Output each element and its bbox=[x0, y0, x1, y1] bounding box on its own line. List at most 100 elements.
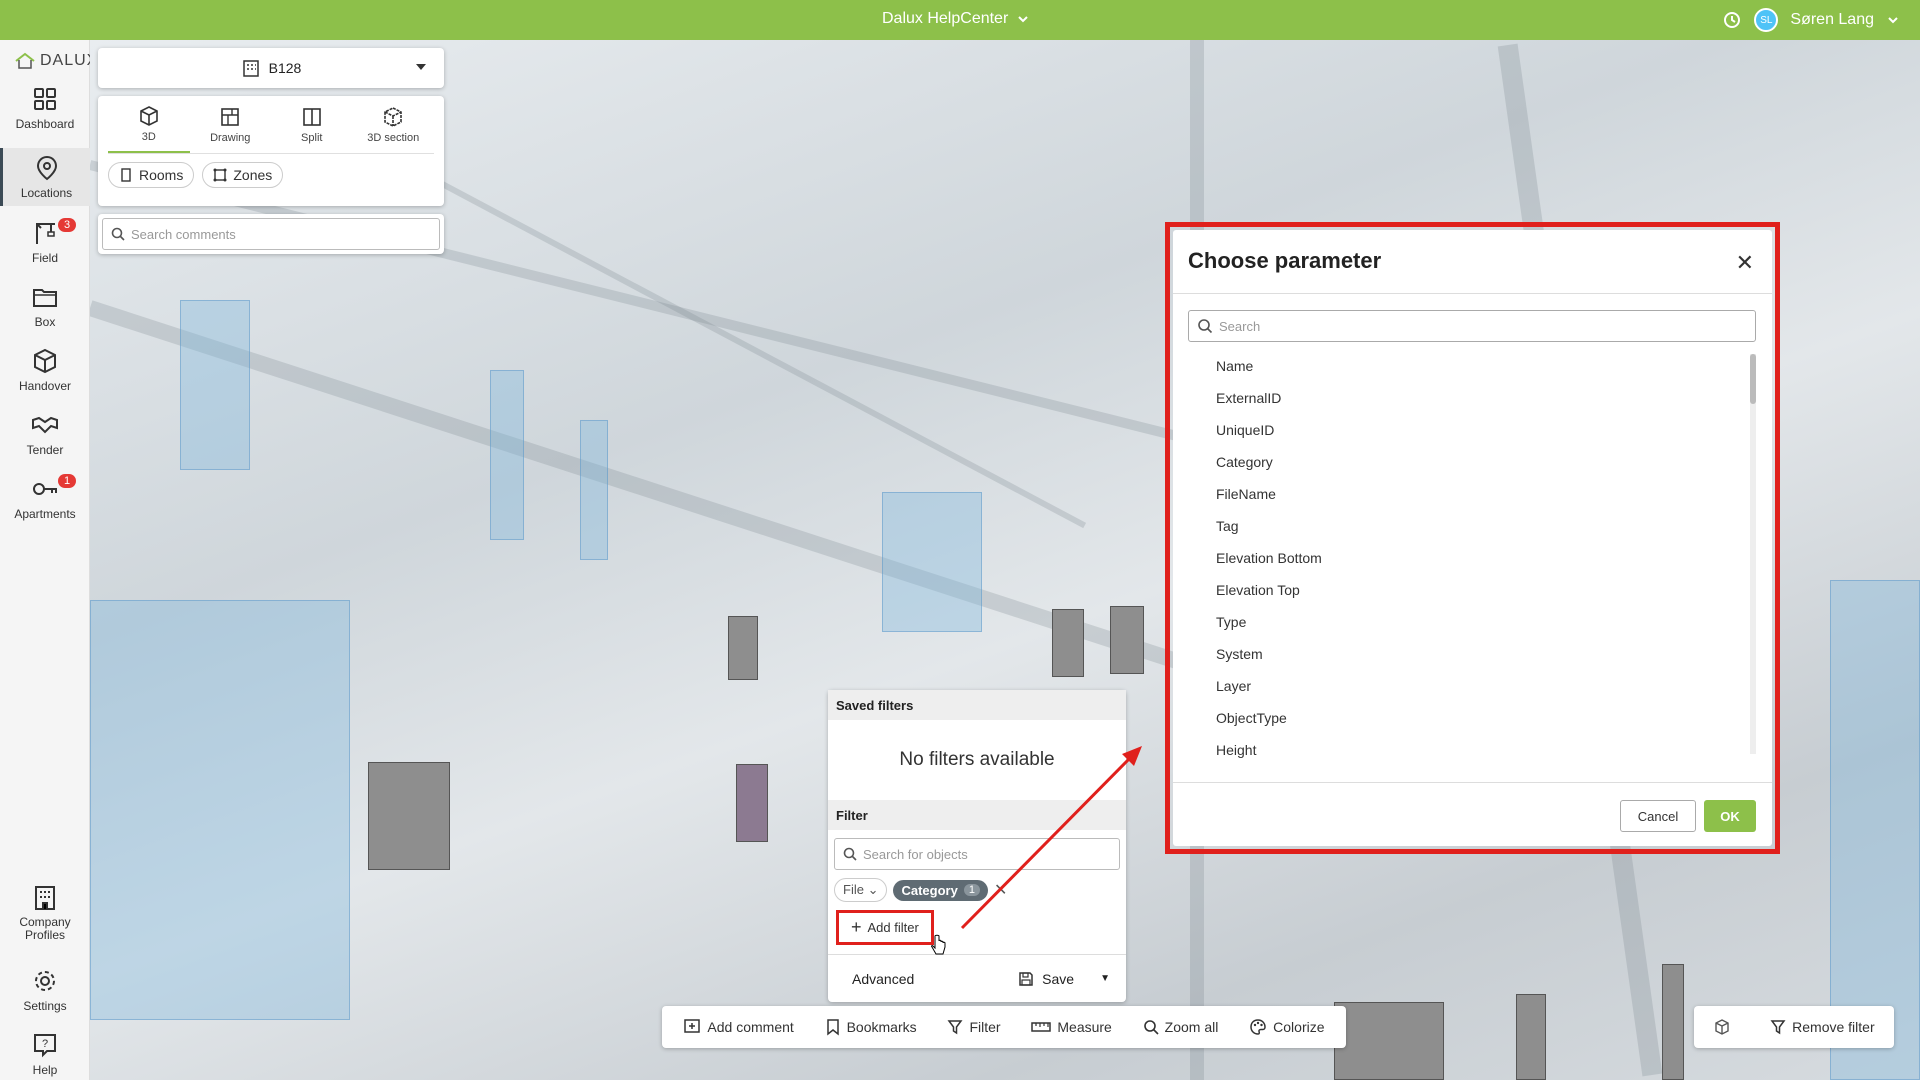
search-placeholder: Search for objects bbox=[863, 846, 968, 862]
search-placeholder: Search comments bbox=[131, 226, 236, 242]
file-filter-chip[interactable]: File ⌄ bbox=[834, 878, 888, 902]
chevron-down-icon: ⌄ bbox=[867, 882, 879, 897]
sidebar-item-label: Handover bbox=[18, 379, 72, 393]
dalux-logo[interactable]: DALUX bbox=[14, 52, 98, 70]
tab-3d-section[interactable]: 3D section bbox=[353, 96, 435, 153]
sidebar-item-box[interactable]: Box bbox=[0, 276, 90, 336]
sidebar-item-apartments[interactable]: Apartments 1 bbox=[0, 468, 90, 528]
chevron-down-icon[interactable] bbox=[1886, 13, 1900, 27]
rooms-chip[interactable]: Rooms bbox=[108, 162, 195, 188]
tab-label: 3D section bbox=[367, 131, 420, 144]
filter-button[interactable]: Filter bbox=[947, 1019, 1001, 1035]
sidebar-item-handover[interactable]: Handover bbox=[0, 340, 90, 400]
filter-heading: Filter bbox=[828, 800, 1126, 830]
comment-plus-icon bbox=[684, 1019, 701, 1033]
parameter-search-input[interactable]: Search bbox=[1188, 310, 1756, 342]
toolbar-label: Zoom all bbox=[1164, 1019, 1219, 1035]
divider bbox=[1173, 293, 1772, 294]
list-item[interactable]: Tag bbox=[1188, 510, 1756, 542]
scrollbar-thumb[interactable] bbox=[1750, 354, 1756, 404]
caret-down-icon[interactable]: ▼ bbox=[1100, 973, 1110, 984]
search-icon bbox=[843, 847, 857, 861]
bottom-toolbar: Add comment Bookmarks Filter Measure Zoo… bbox=[662, 1006, 1346, 1048]
view-panel: 3D Drawing Split 3D section Rooms Zones bbox=[98, 96, 444, 206]
cancel-button[interactable]: Cancel bbox=[1620, 800, 1696, 832]
sidebar-item-help[interactable]: ? Help bbox=[0, 1024, 90, 1080]
cube-icon[interactable] bbox=[1713, 1018, 1731, 1036]
grid-icon bbox=[34, 88, 56, 110]
tab-3d[interactable]: 3D bbox=[108, 96, 190, 153]
list-item[interactable]: Height bbox=[1188, 734, 1756, 764]
remove-filter-label: Remove filter bbox=[1792, 1019, 1875, 1035]
list-item[interactable]: UniqueID bbox=[1188, 414, 1756, 446]
bookmarks-button[interactable]: Bookmarks bbox=[825, 1018, 917, 1036]
list-item[interactable]: FileName bbox=[1188, 478, 1756, 510]
sidebar-item-tender[interactable]: Tender bbox=[0, 404, 90, 464]
search-comments-input[interactable]: Search comments bbox=[102, 218, 440, 250]
model-window bbox=[180, 300, 250, 470]
filter-icon bbox=[947, 1020, 963, 1035]
history-icon[interactable] bbox=[1722, 10, 1742, 30]
drawing-icon bbox=[221, 107, 240, 126]
user-name[interactable]: Søren Lang bbox=[1790, 11, 1874, 29]
chip-label: Category bbox=[901, 882, 958, 898]
add-filter-button[interactable]: + Add filter bbox=[836, 910, 934, 945]
notification-badge: 3 bbox=[58, 218, 77, 232]
building-icon bbox=[242, 60, 259, 77]
zones-chip[interactable]: Zones bbox=[202, 162, 284, 188]
close-icon[interactable]: ✕ bbox=[994, 880, 1007, 900]
list-item[interactable]: Category bbox=[1188, 446, 1756, 478]
toolbar-label: Filter bbox=[969, 1019, 1001, 1035]
list-item[interactable]: Elevation Top bbox=[1188, 574, 1756, 606]
cube-icon bbox=[139, 105, 158, 126]
save-button[interactable]: Save ▼ bbox=[1018, 971, 1110, 987]
add-filter-label: Add filter bbox=[867, 920, 919, 935]
search-objects-input[interactable]: Search for objects bbox=[834, 838, 1120, 870]
sidebar-item-company-profiles[interactable]: Company Profiles bbox=[0, 878, 90, 948]
list-item[interactable]: ExternalID bbox=[1188, 382, 1756, 414]
sidebar-item-label: Box bbox=[34, 315, 56, 329]
advanced-link[interactable]: Advanced bbox=[852, 971, 914, 987]
list-item[interactable]: Layer bbox=[1188, 670, 1756, 702]
notification-badge: 1 bbox=[58, 474, 77, 488]
sidebar-item-settings[interactable]: Settings bbox=[0, 960, 90, 1020]
colorize-button[interactable]: Colorize bbox=[1249, 1018, 1325, 1036]
list-item[interactable]: ObjectType bbox=[1188, 702, 1756, 734]
sidebar-item-label: Apartments bbox=[14, 507, 76, 521]
search-icon bbox=[1198, 319, 1213, 334]
tab-split[interactable]: Split bbox=[271, 96, 353, 153]
saved-filters-heading: Saved filters bbox=[828, 690, 1126, 720]
zoom-all-button[interactable]: Zoom all bbox=[1143, 1019, 1219, 1035]
category-filter-chip[interactable]: Category 1 bbox=[893, 879, 988, 901]
toolbar-label: Add comment bbox=[707, 1019, 794, 1035]
save-icon bbox=[1019, 971, 1033, 986]
toolbar-label: Measure bbox=[1057, 1019, 1112, 1035]
measure-button[interactable]: Measure bbox=[1031, 1019, 1112, 1035]
add-comment-button[interactable]: Add comment bbox=[683, 1018, 794, 1036]
key-icon bbox=[33, 483, 57, 495]
palette-icon bbox=[1250, 1019, 1266, 1035]
scrollbar[interactable] bbox=[1750, 354, 1756, 754]
list-item[interactable]: System bbox=[1188, 638, 1756, 670]
toolbar-label: Bookmarks bbox=[846, 1019, 917, 1035]
model-object bbox=[736, 764, 768, 842]
avatar[interactable]: SL bbox=[1754, 8, 1779, 32]
ok-button[interactable]: OK bbox=[1704, 800, 1756, 832]
list-item[interactable]: Elevation Bottom bbox=[1188, 542, 1756, 574]
project-selector[interactable]: B128 bbox=[98, 48, 444, 88]
project-name: B128 bbox=[268, 60, 302, 76]
sidebar-item-field[interactable]: Field 3 bbox=[0, 212, 90, 272]
sidebar-item-label: Dashboard bbox=[15, 117, 75, 131]
section-cube-icon bbox=[384, 106, 403, 127]
no-filters-text: No filters available bbox=[899, 749, 1055, 770]
list-item[interactable]: Type bbox=[1188, 606, 1756, 638]
helpcenter-menu[interactable]: Dalux HelpCenter bbox=[882, 10, 1030, 28]
list-item[interactable]: Name bbox=[1188, 350, 1756, 382]
close-icon[interactable]: ✕ bbox=[1736, 250, 1754, 276]
cube-icon bbox=[34, 348, 56, 374]
filter-popup: Saved filters No filters available Filte… bbox=[828, 690, 1126, 1002]
tab-drawing[interactable]: Drawing bbox=[190, 96, 272, 153]
sidebar-item-dashboard[interactable]: Dashboard bbox=[0, 78, 90, 138]
remove-filter-button[interactable]: Remove filter bbox=[1770, 1019, 1875, 1035]
sidebar-item-locations[interactable]: Locations bbox=[0, 148, 90, 206]
